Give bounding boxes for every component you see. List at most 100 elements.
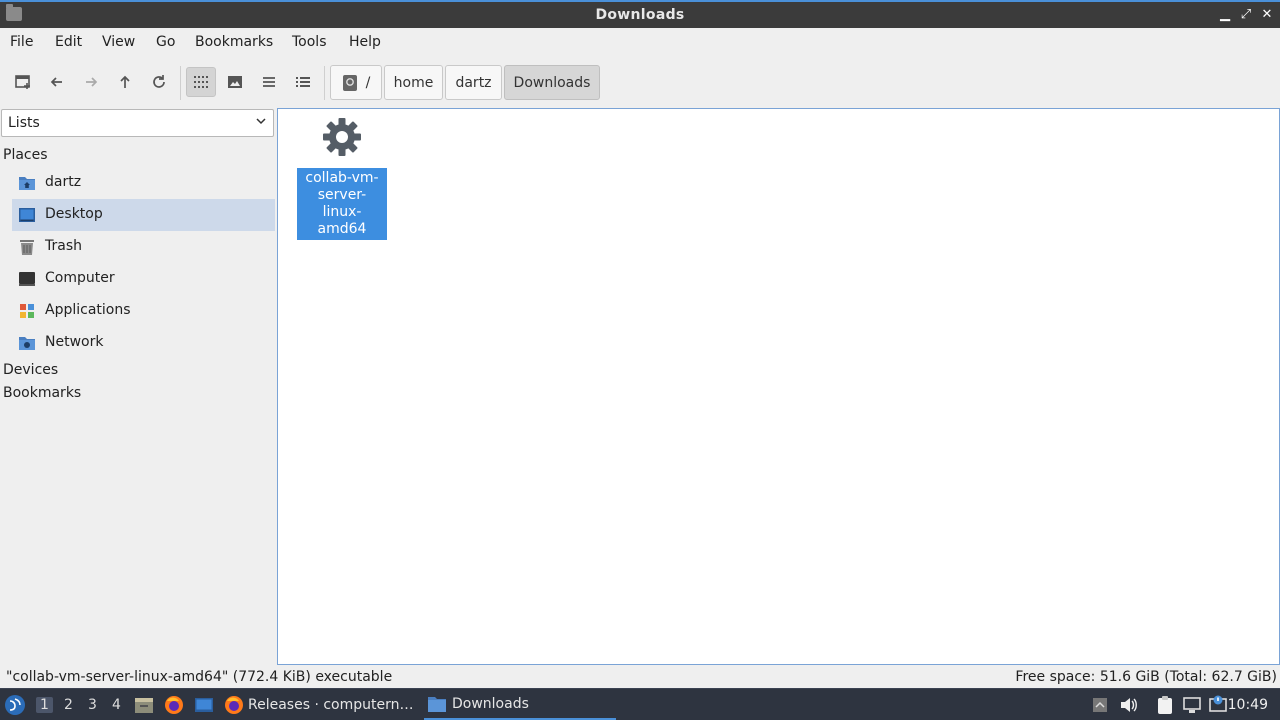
image-icon [228,76,242,88]
task-downloads[interactable]: Downloads [424,689,616,720]
desktop-3-button[interactable]: 3 [88,697,97,713]
breadcrumb-label: dartz [455,74,492,91]
close-button[interactable]: ✕ [1258,6,1276,24]
maximize-button[interactable]: ⤢ [1237,6,1255,24]
arrow-right-icon [86,77,98,87]
home-folder-icon [19,177,35,190]
minimize-button[interactable]: ▁ [1216,6,1234,24]
file-name-line: amd64 [317,221,367,237]
sidebar-item-dartz[interactable]: dartz [12,167,275,199]
status-free-space: Free space: 51.6 GiB (Total: 62.7 GiB) [1015,669,1277,685]
file-name-line: server-linux- [317,187,367,220]
toolbar: / home dartz Downloads [0,58,1280,106]
desktop-1-button[interactable]: 1 [36,697,53,713]
devices-header[interactable]: Devices [3,362,58,378]
breadcrumb-downloads[interactable]: Downloads [504,65,600,100]
clock[interactable]: 10:49 [1228,697,1268,713]
breadcrumb-root[interactable]: / [330,65,382,100]
sidebar-mode-select[interactable]: Lists [1,109,274,137]
sidebar-item-applications[interactable]: Applications [12,295,275,327]
breadcrumb-label: / [365,74,371,91]
reload-button[interactable] [144,67,174,97]
taskbar: 1 2 3 4 Releases · computern… Downloads … [0,688,1280,720]
menu-help[interactable]: Help [349,34,381,50]
menu-tools[interactable]: Tools [292,34,327,50]
menu-edit[interactable]: Edit [55,34,82,50]
file-name: collab-vm- server-linux- amd64 [297,168,387,240]
sidebar-item-trash[interactable]: Trash [12,231,275,263]
forward-button[interactable] [76,67,106,97]
desktop-icon [19,208,35,222]
arrow-up-icon [120,75,130,88]
menu-go[interactable]: Go [156,34,175,50]
task-label: Downloads [452,695,529,712]
file-view[interactable]: collab-vm- server-linux- amd64 [277,108,1280,665]
breadcrumb-home[interactable]: home [384,65,443,100]
sidebar-item-label: Trash [45,238,82,254]
computer-icon [19,272,35,286]
firefox-icon [225,695,243,714]
breadcrumb-label: home [393,74,434,91]
window-title: Downloads [595,7,685,23]
places-header[interactable]: Places [3,147,48,163]
list-icon [263,77,275,87]
sidebar-item-label: dartz [45,174,82,190]
sidebar: Lists Places dartz Desktop Trash Compute… [0,106,277,666]
breadcrumb-dartz[interactable]: dartz [445,65,502,100]
new-tab-icon[interactable] [8,67,38,97]
folder-icon [428,696,446,712]
arrow-left-icon [50,77,62,87]
up-button[interactable] [110,67,140,97]
trash-icon [20,240,34,255]
gear-icon [323,118,361,156]
applications-icon [20,304,34,318]
sidebar-item-network[interactable]: Network [12,327,275,359]
status-bar: "collab-vm-server-linux-amd64" (772.4 Ki… [0,666,1280,688]
file-manager-launcher[interactable] [134,689,154,720]
compact-view-button[interactable] [254,67,284,97]
menu-file[interactable]: File [10,34,33,50]
reload-icon [153,75,165,88]
grid-icon [194,76,208,88]
detailed-view-button[interactable] [288,67,318,97]
lubuntu-logo-icon [5,695,25,715]
tray-up-icon[interactable] [1090,695,1110,715]
sidebar-item-computer[interactable]: Computer [12,263,275,295]
detailed-list-icon [296,77,310,87]
sidebar-item-label: Network [45,334,104,350]
desktop-4-button[interactable]: 4 [112,697,121,713]
notification-icon[interactable] [1208,695,1228,715]
sidebar-item-label: Desktop [45,206,103,222]
network-status-icon[interactable] [1182,695,1202,715]
file-name-line: collab-vm- [305,170,379,186]
thumbnail-view-button[interactable] [220,67,250,97]
task-firefox-releases[interactable]: Releases · computern… [224,689,414,720]
clipboard-icon[interactable] [1155,695,1175,715]
volume-icon[interactable] [1118,695,1138,715]
file-manager-icon [135,698,153,713]
chevron-down-icon [255,113,267,132]
menu-bookmarks[interactable]: Bookmarks [195,34,273,50]
bookmarks-header[interactable]: Bookmarks [3,385,81,401]
firefox-icon [165,696,183,714]
task-label: Releases · computern… [248,696,414,713]
menu-bar: File Edit View Go Bookmarks Tools Help [0,28,1280,58]
network-icon [19,337,35,350]
desktop-2-button[interactable]: 2 [64,697,73,713]
breadcrumb-label: Downloads [513,74,591,91]
icon-view-button[interactable] [186,67,216,97]
file-item[interactable]: collab-vm- server-linux- amd64 [297,116,387,240]
status-selection-info: "collab-vm-server-linux-amd64" (772.4 Ki… [6,669,393,685]
sidebar-item-desktop[interactable]: Desktop [12,199,275,231]
menu-view[interactable]: View [102,34,135,50]
sidebar-mode-value: Lists [8,115,40,131]
start-menu-button[interactable] [4,689,28,720]
back-button[interactable] [42,67,72,97]
show-desktop-button[interactable] [194,689,214,720]
toolbar-separator [324,66,325,100]
sidebar-item-label: Computer [45,270,115,286]
firefox-launcher[interactable] [164,689,184,720]
drive-icon [342,74,357,91]
sidebar-item-label: Applications [45,302,131,318]
toolbar-separator [180,66,181,100]
